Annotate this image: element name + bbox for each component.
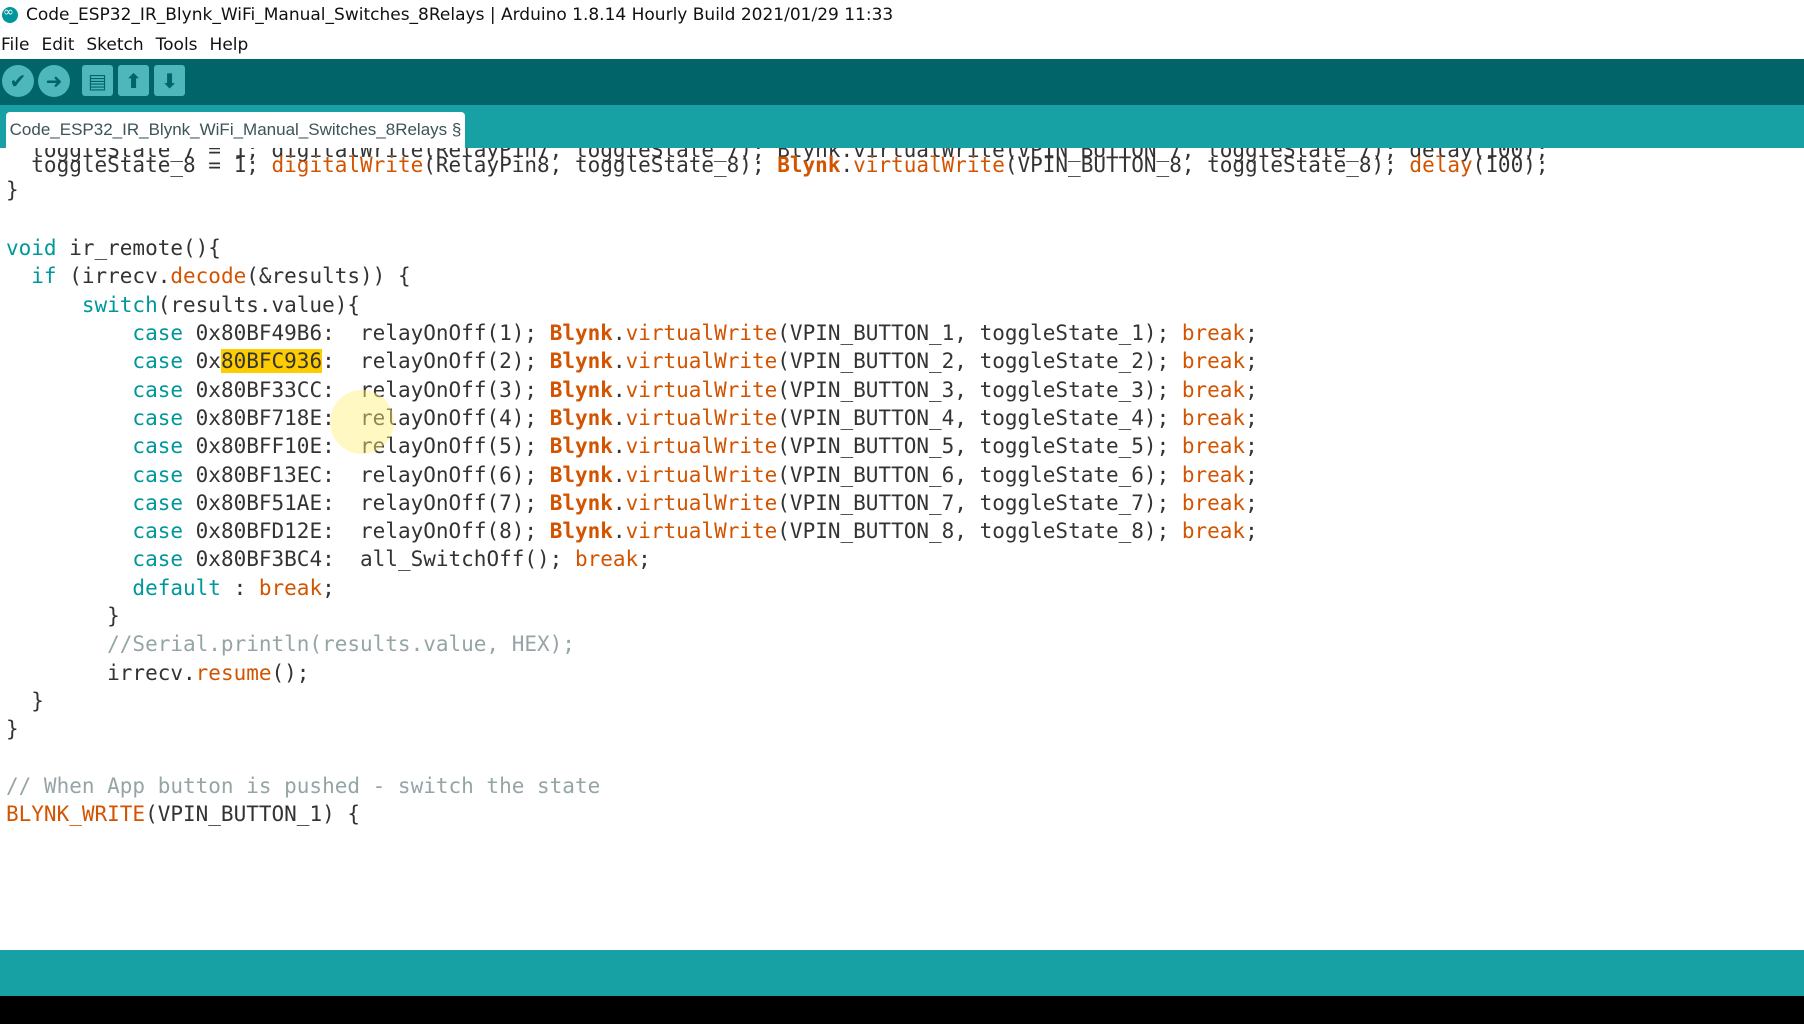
menu-file[interactable]: File (1, 35, 29, 55)
verify-button[interactable]: ✔ (2, 65, 34, 97)
save-button[interactable]: ⬇ (154, 65, 185, 96)
arduino-logo-icon (2, 5, 18, 23)
selected-hex-value[interactable]: 80BFC936 (220, 349, 323, 373)
tab-label: Code_ESP32_IR_Blynk_WiFi_Manual_Switches… (9, 120, 462, 139)
menu-edit[interactable]: Edit (41, 35, 74, 55)
arrow-right-icon: ➜ (45, 69, 63, 93)
status-bar (0, 950, 1804, 996)
code-line: case 0x80BFF10E: relayOnOff(5); Blynk.vi… (6, 434, 1258, 458)
code-line: case 0x80BF3BC4: all_SwitchOff(); break; (6, 547, 651, 571)
window-title: Code_ESP32_IR_Blynk_WiFi_Manual_Switches… (26, 5, 894, 25)
open-button[interactable]: ⬆ (118, 65, 149, 96)
code-line: //Serial.println(results.value, HEX); (6, 632, 575, 656)
new-file-icon: ▤ (88, 68, 107, 93)
upload-button[interactable]: ➜ (38, 65, 70, 97)
code-line: } (6, 717, 19, 741)
code-line: irrecv.resume(); (6, 661, 310, 685)
toolbar (0, 59, 1804, 105)
code-line: BLYNK_WRITE(VPIN_BUTTON_1) { (6, 802, 361, 826)
checkmark-icon: ✔ (9, 69, 27, 93)
menu-sketch[interactable]: Sketch (86, 35, 143, 55)
code-line: case 0x80BFC936: relayOnOff(2); Blynk.vi… (6, 349, 1258, 373)
menu-tools[interactable]: Tools (156, 35, 198, 55)
tab-sketch[interactable]: Code_ESP32_IR_Blynk_WiFi_Manual_Switches… (6, 112, 465, 148)
title-bar: Code_ESP32_IR_Blynk_WiFi_Manual_Switches… (0, 0, 1804, 30)
arrow-down-icon: ⬇ (161, 68, 178, 93)
code-line: toggleState_8 = 1; digitalWrite(RelayPin… (6, 153, 1549, 177)
code-line: } (6, 178, 19, 202)
code-editor[interactable]: toggleState_7 = 1; digitalWrite(RelayPin… (0, 148, 1804, 948)
new-sketch-button[interactable]: ▤ (82, 65, 113, 96)
arrow-up-icon: ⬆ (125, 68, 142, 93)
menu-bar: File Edit Sketch Tools Help (0, 31, 1804, 59)
mouse-cursor-highlight (330, 390, 394, 454)
console-area (0, 996, 1804, 1024)
code-line: if (irrecv.decode(&results)) { (6, 264, 411, 288)
menu-help[interactable]: Help (210, 35, 249, 55)
